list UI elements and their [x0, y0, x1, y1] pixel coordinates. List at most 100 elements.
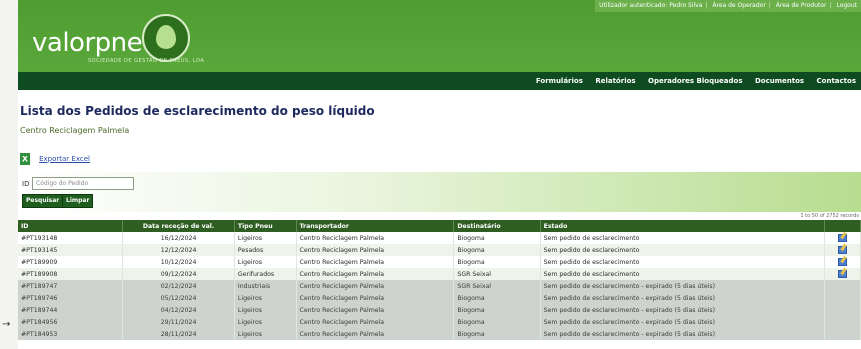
clear-button[interactable]: Limpar — [62, 194, 94, 208]
cell-id: #PT193148 — [18, 232, 124, 244]
logout-link[interactable]: Logout — [836, 2, 857, 9]
cell-date: 29/11/2024 — [122, 316, 235, 328]
logo-text[interactable]: valorpneu — [32, 28, 159, 58]
cell-type: Pesados — [234, 244, 297, 256]
header: valorpneu SOCIEDADE DE GESTÃO DE PNEUS, … — [18, 0, 861, 72]
table-row[interactable]: #PT189746 05/12/2024 Ligeiros Centro Recicl… — [18, 292, 861, 304]
cell-status: Sem pedido de esclarecimento — [540, 256, 826, 268]
record-count: 1 to 50 of 2752 records — [800, 213, 859, 219]
cell-status: Sem pedido de esclarecimento - expirado … — [540, 280, 826, 292]
cell-carrier: Centro Reciclagem Palmela — [296, 244, 455, 256]
edit-icon[interactable] — [838, 269, 848, 278]
table-row[interactable]: #PT189908 09/12/2024 Gerifurados Centro Rec… — [18, 268, 861, 280]
cell-date: 10/12/2024 — [122, 256, 235, 268]
cell-actions — [824, 256, 861, 268]
cell-date: 05/12/2024 — [122, 292, 235, 304]
cell-date: 09/12/2024 — [122, 268, 235, 280]
cell-status: Sem pedido de esclarecimento - expirado … — [540, 328, 826, 340]
cell-id: #PT189909 — [18, 256, 124, 268]
cell-carrier: Centro Reciclagem Palmela — [296, 304, 455, 316]
table-row[interactable]: #PT184953 28/11/2024 Ligeiros Centro Recicl… — [18, 328, 861, 340]
col-id[interactable]: ID — [18, 220, 124, 232]
order-code-input[interactable] — [32, 177, 134, 190]
cell-actions — [824, 292, 861, 304]
cell-date: 16/12/2024 — [122, 232, 235, 244]
producer-area-link[interactable]: Área de Produtor — [776, 2, 827, 9]
table-row[interactable]: #PT189747 02/12/2024 Industriais Centro Rec… — [18, 280, 861, 292]
search-button[interactable]: Pesquisar — [22, 194, 64, 208]
cell-status: Sem pedido de esclarecimento - expirado … — [540, 292, 826, 304]
logo-icon[interactable] — [142, 14, 190, 62]
cell-status: Sem pedido de esclarecimento - expirado … — [540, 316, 826, 328]
cell-date: 02/12/2024 — [122, 280, 235, 292]
table-row[interactable]: #PT184956 29/11/2024 Ligeiros Centro Recicl… — [18, 316, 861, 328]
nav-documentos[interactable]: Documentos — [750, 77, 809, 85]
user-info: Utilizador autenticado: Pedro Silva — [599, 2, 703, 9]
cell-carrier: Centro Reciclagem Palmela — [296, 328, 455, 340]
cell-destination: SGR Seixal — [453, 280, 541, 292]
col-type[interactable]: Tipo Pneu — [234, 220, 297, 232]
export-excel[interactable]: Exportar Excel — [20, 148, 90, 165]
table-row[interactable]: #PT189744 04/12/2024 Ligeiros Centro Recicl… — [18, 304, 861, 316]
cell-id: #PT189744 — [18, 304, 124, 316]
cell-status: Sem pedido de esclarecimento — [540, 268, 826, 280]
page-title: Lista dos Pedidos de esclarecimento do p… — [20, 104, 375, 118]
edit-icon[interactable] — [838, 233, 848, 242]
nav-formularios[interactable]: Formulários — [531, 77, 588, 85]
cell-id: #PT193145 — [18, 244, 124, 256]
requests-table: ID Data receção de val. Tipo Pneu Transp… — [18, 220, 861, 340]
cell-type: Ligeiros — [234, 316, 297, 328]
table-row[interactable]: #PT193148 16/12/2024 Ligeiros Centro Recicl… — [18, 232, 861, 244]
cell-destination: Biogoma — [453, 328, 541, 340]
cell-status: Sem pedido de esclarecimento — [540, 232, 826, 244]
nav-relatorios[interactable]: Relatórios — [590, 77, 640, 85]
operator-area-link[interactable]: Área de Operador — [712, 2, 765, 9]
cell-id: #PT189908 — [18, 268, 124, 280]
col-status[interactable]: Estado — [540, 220, 826, 232]
cell-destination: Biogoma — [453, 256, 541, 268]
cell-type: Gerifurados — [234, 268, 297, 280]
cell-type: Ligeiros — [234, 292, 297, 304]
cell-status: Sem pedido de esclarecimento - expirado … — [540, 304, 826, 316]
cell-actions — [824, 232, 861, 244]
table-row[interactable]: #PT193145 12/12/2024 Pesados Centro Recicla… — [18, 244, 861, 256]
cell-destination: Biogoma — [453, 304, 541, 316]
cell-carrier: Centro Reciclagem Palmela — [296, 316, 455, 328]
col-actions — [824, 220, 861, 232]
nav-contactos[interactable]: Contactos — [812, 77, 861, 85]
cell-actions — [824, 304, 861, 316]
cell-type: Ligeiros — [234, 232, 297, 244]
excel-icon[interactable] — [20, 152, 30, 165]
cell-date: 12/12/2024 — [122, 244, 235, 256]
cell-date: 28/11/2024 — [122, 328, 235, 340]
nav-operadores-bloqueados[interactable]: Operadores Bloqueados — [643, 77, 748, 85]
cell-actions — [824, 328, 861, 340]
logo-subtitle: SOCIEDADE DE GESTÃO DE PNEUS, LDA — [88, 58, 205, 64]
cell-type: Ligeiros — [234, 328, 297, 340]
cell-id: #PT184953 — [18, 328, 124, 340]
cell-actions — [824, 280, 861, 292]
col-date[interactable]: Data receção de val. — [122, 220, 235, 232]
table-row[interactable]: #PT189909 10/12/2024 Ligeiros Centro Recicl… — [18, 256, 861, 268]
cell-id: #PT189747 — [18, 280, 124, 292]
filter-bar: ID Pesquisar Limpar — [18, 172, 861, 212]
col-carrier[interactable]: Transportador — [296, 220, 455, 232]
page-subtitle: Centro Reciclagem Palmela — [20, 126, 130, 135]
cell-date: 04/12/2024 — [122, 304, 235, 316]
table-header-row: ID Data receção de val. Tipo Pneu Transp… — [18, 220, 861, 232]
cell-carrier: Centro Reciclagem Palmela — [296, 268, 455, 280]
page: valorpneu SOCIEDADE DE GESTÃO DE PNEUS, … — [18, 0, 861, 349]
cell-destination: Biogoma — [453, 244, 541, 256]
cell-destination: Biogoma — [453, 292, 541, 304]
export-excel-link[interactable]: Exportar Excel — [39, 155, 90, 163]
cell-type: Ligeiros — [234, 304, 297, 316]
arrow-icon: → — [2, 319, 11, 330]
cell-actions — [824, 316, 861, 328]
top-links: Utilizador autenticado: Pedro Silva | Áre… — [595, 0, 861, 12]
edit-icon[interactable] — [838, 257, 848, 266]
cell-carrier: Centro Reciclagem Palmela — [296, 256, 455, 268]
cell-type: Ligeiros — [234, 256, 297, 268]
edit-icon[interactable] — [838, 245, 848, 254]
col-destination[interactable]: Destinatário — [453, 220, 541, 232]
cell-carrier: Centro Reciclagem Palmela — [296, 280, 455, 292]
